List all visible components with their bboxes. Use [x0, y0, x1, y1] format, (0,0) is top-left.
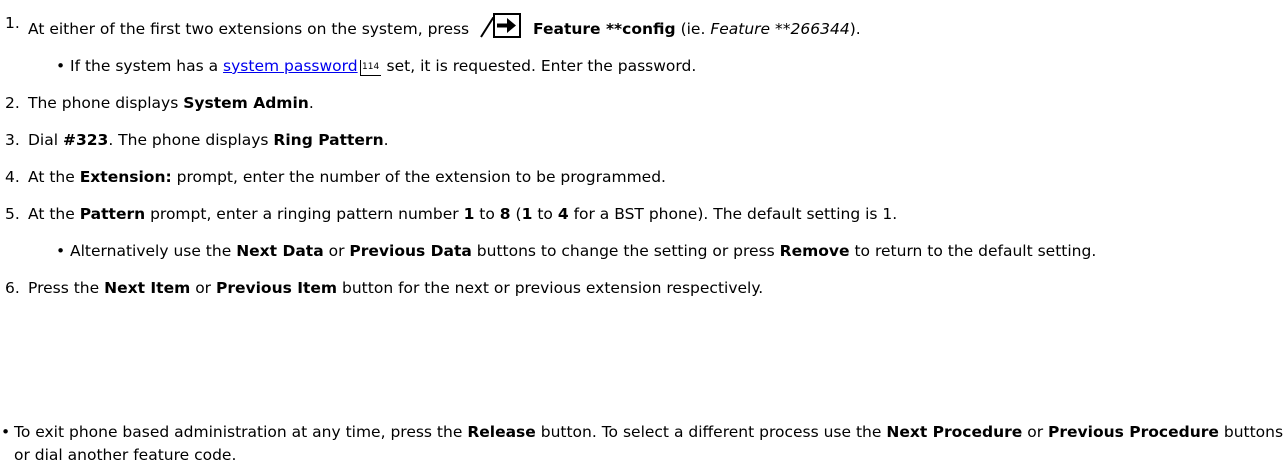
- step-number: 2.: [5, 94, 20, 112]
- prompt-text: Extension:: [79, 168, 172, 186]
- step-1: 1. At either of the first two extensions…: [0, 12, 1287, 78]
- button-name: Remove: [779, 242, 850, 260]
- step-2: 2. The phone displays System Admin.: [0, 92, 1287, 115]
- button-name: Previous Item: [215, 279, 338, 297]
- sub-item: • Alternatively use the Next Data or Pre…: [28, 240, 1287, 263]
- bullet-icon: •: [1, 423, 11, 441]
- step-text: (ie.: [680, 20, 706, 38]
- pattern-min: 1: [463, 205, 475, 223]
- step-text: . The phone displays: [108, 131, 269, 149]
- procedure-steps: 1. At either of the first two extensions…: [0, 12, 1287, 314]
- feature-button-icon: [480, 13, 522, 38]
- step-4: 4. At the Extension: prompt, enter the n…: [0, 166, 1287, 189]
- sub-list: • Alternatively use the Next Data or Pre…: [28, 240, 1287, 263]
- step-text: At either of the first two extensions on…: [28, 20, 470, 38]
- sub-text: set, it is requested. Enter the password…: [386, 57, 697, 75]
- step-text: The phone displays: [28, 94, 179, 112]
- step-text: to: [479, 205, 495, 223]
- button-name: Release: [467, 423, 536, 441]
- button-name: Next Procedure: [886, 423, 1023, 441]
- sub-text: If the system has a: [70, 57, 219, 75]
- pattern-max: 8: [499, 205, 511, 223]
- step-3: 3. Dial #323. The phone displays Ring Pa…: [0, 129, 1287, 152]
- step-text: prompt, enter the number of the extensio…: [176, 168, 666, 186]
- display-text: System Admin: [183, 94, 309, 112]
- sub-list: • If the system has a system password 114…: [28, 55, 1287, 78]
- sub-text: or: [328, 242, 345, 260]
- prompt-text: Pattern: [79, 205, 146, 223]
- dial-code: #323: [62, 131, 109, 149]
- step-text: At the: [28, 205, 75, 223]
- button-name: Previous Data: [349, 242, 472, 260]
- step-number: 1.: [5, 14, 20, 32]
- button-name: Next Item: [104, 279, 191, 297]
- step-text: or: [195, 279, 212, 297]
- step-text: Dial: [28, 131, 59, 149]
- bullet-icon: •: [56, 242, 66, 260]
- note-text: or: [1027, 423, 1044, 441]
- system-password-link[interactable]: system password: [223, 57, 358, 75]
- step-text: to: [537, 205, 553, 223]
- feature-example: Feature **266344: [710, 20, 850, 38]
- step-text: ).: [849, 20, 861, 38]
- bst-pattern-max: 4: [557, 205, 569, 223]
- step-text: prompt, enter a ringing pattern number: [150, 205, 459, 223]
- step-text: button for the next or previous extensio…: [342, 279, 764, 297]
- button-name: Next Data: [236, 242, 324, 260]
- exit-note: • To exit phone based administration at …: [0, 421, 1287, 467]
- note-text: To exit phone based administration at an…: [14, 423, 463, 441]
- step-number: 4.: [5, 168, 20, 186]
- step-text: .: [308, 94, 314, 112]
- step-number: 5.: [5, 205, 20, 223]
- bst-pattern-min: 1: [521, 205, 533, 223]
- page-ref-icon[interactable]: 114: [359, 60, 381, 76]
- step-text: Press the: [28, 279, 100, 297]
- sub-text: Alternatively use the: [70, 242, 232, 260]
- step-number: 3.: [5, 131, 20, 149]
- bullet-icon: •: [56, 57, 66, 75]
- step-text: At the: [28, 168, 75, 186]
- step-5: 5. At the Pattern prompt, enter a ringin…: [0, 203, 1287, 263]
- step-text: for a BST phone). The default setting is…: [573, 205, 898, 223]
- button-name: Previous Procedure: [1048, 423, 1219, 441]
- sub-item: • If the system has a system password 114…: [28, 55, 1287, 78]
- note-text: button. To select a different process us…: [540, 423, 882, 441]
- step-number: 6.: [5, 279, 20, 297]
- feature-code: Feature **config: [533, 20, 676, 38]
- sub-text: buttons to change the setting or press: [476, 242, 775, 260]
- display-text: Ring Pattern: [273, 131, 384, 149]
- step-text: .: [383, 131, 389, 149]
- step-6: 6. Press the Next Item or Previous Item …: [0, 277, 1287, 300]
- sub-text: to return to the default setting.: [854, 242, 1097, 260]
